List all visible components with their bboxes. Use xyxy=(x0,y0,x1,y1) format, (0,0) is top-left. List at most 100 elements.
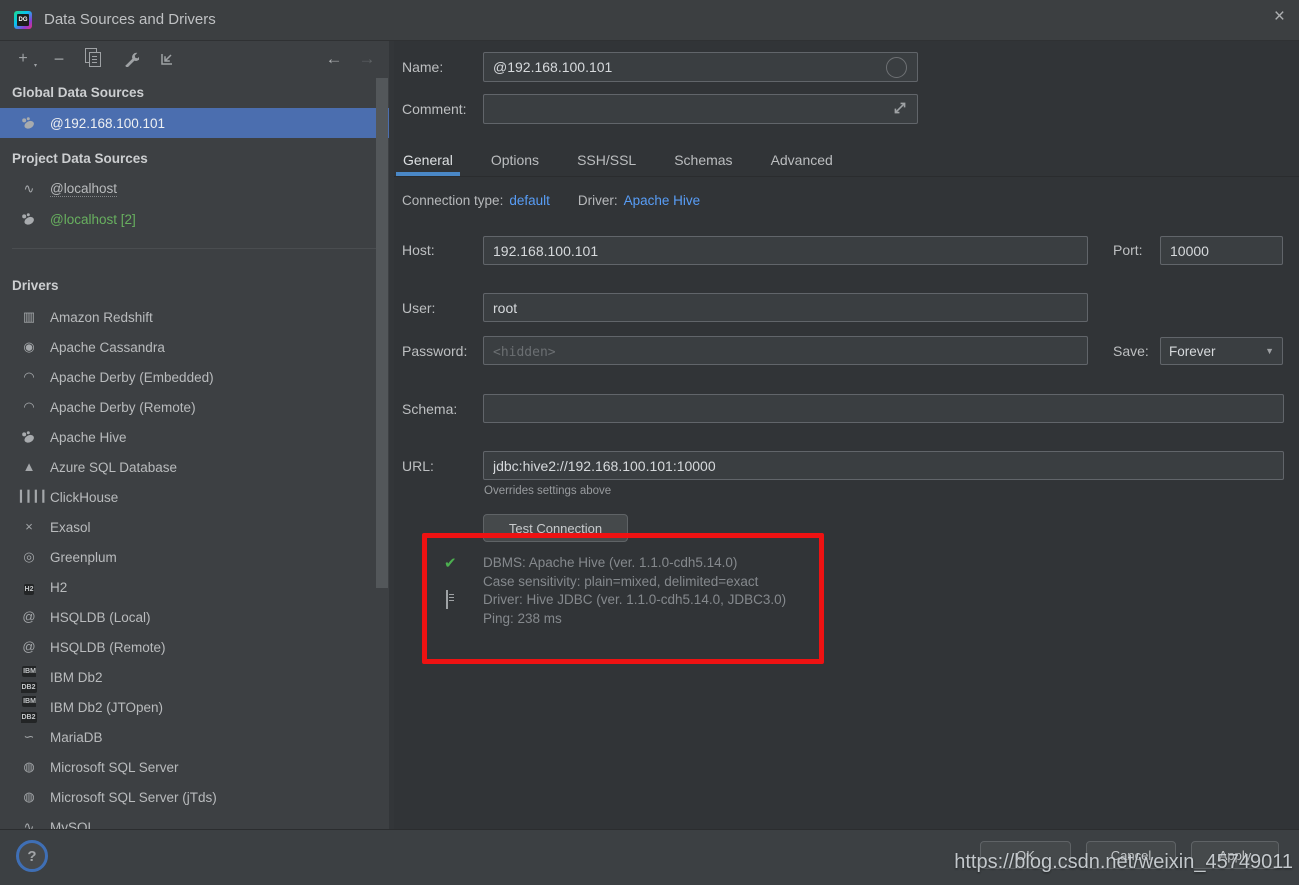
user-input[interactable] xyxy=(483,293,1088,322)
driver-item-greenplum[interactable]: ◎Greenplum xyxy=(0,542,390,572)
driver-item-hsqldb-local[interactable]: @HSQLDB (Local) xyxy=(0,602,390,632)
driver-item-microsoft-sql-server[interactable]: ◍ Microsoft SQL Server xyxy=(0,752,390,782)
panel-splitter[interactable] xyxy=(389,40,394,830)
password-input[interactable] xyxy=(483,336,1088,365)
result-line: Case sensitivity: plain=mixed, delimited… xyxy=(483,573,786,592)
forward-arrow-icon[interactable]: → xyxy=(358,50,376,68)
data-sources-sidebar: +▾ − ← → Global Data Sources@192.168.100… xyxy=(0,40,390,830)
row-label: MariaDB xyxy=(50,730,103,745)
add-data-source-icon[interactable]: +▾ xyxy=(14,50,32,68)
driver-item-microsoft-sql-server-jtds[interactable]: ◍Microsoft SQL Server (jTds) xyxy=(0,782,390,812)
data-source-item-localhost-2[interactable]: @localhost [2] xyxy=(0,204,390,234)
close-icon[interactable]: × xyxy=(1274,5,1285,29)
host-label: Host: xyxy=(402,242,435,258)
row-label: IBM Db2 (JTOpen) xyxy=(50,700,163,715)
url-note: Overrides settings above xyxy=(484,485,611,497)
driver-item-ibm-db2[interactable]: IBM DB2IBM Db2 xyxy=(0,662,390,692)
save-dropdown[interactable]: Forever ▼ xyxy=(1160,337,1283,365)
driver-item-hsqldb-remote[interactable]: @HSQLDB (Remote) xyxy=(0,632,390,662)
settings-tabs: General Options SSH/SSL Schemas Advanced xyxy=(396,147,840,176)
user-label: User: xyxy=(402,300,435,316)
row-label: ClickHouse xyxy=(50,490,118,505)
driver-item-azure-sql-database[interactable]: ▲ Azure SQL Database xyxy=(0,452,390,482)
name-label: Name: xyxy=(402,59,443,75)
tab-general[interactable]: General xyxy=(396,147,460,176)
watermark-text: https://blog.csdn.net/weixin_45749011 xyxy=(954,851,1293,874)
driver-item-apache-hive[interactable]: Apache Hive xyxy=(0,422,390,452)
result-line: Driver: Hive JDBC (ver. 1.1.0-cdh5.14.0,… xyxy=(483,591,786,610)
row-label: IBM Db2 xyxy=(50,670,103,685)
driver-item-apache-derby-embedded[interactable]: ◠Apache Derby (Embedded) xyxy=(0,362,390,392)
save-label: Save: xyxy=(1113,343,1149,359)
driver-link[interactable]: Apache Hive xyxy=(624,193,701,208)
row-label: Amazon Redshift xyxy=(50,310,153,325)
row-label: Azure SQL Database xyxy=(50,460,177,475)
copy-icon[interactable] xyxy=(446,591,448,609)
url-label: URL: xyxy=(402,458,434,474)
row-label: @localhost [2] xyxy=(50,212,136,227)
tab-advanced[interactable]: Advanced xyxy=(764,147,840,176)
back-arrow-icon[interactable]: ← xyxy=(325,50,343,68)
test-connection-button[interactable]: Test Connection xyxy=(483,514,628,542)
connection-type-link[interactable]: default xyxy=(509,193,550,208)
success-check-icon: ✔ xyxy=(444,554,457,572)
driver-item-amazon-redshift[interactable]: ▥ Amazon Redshift xyxy=(0,302,390,332)
apache-derby-icon: ◠ xyxy=(20,399,38,415)
apache-cassandra-icon: ◉ xyxy=(20,339,38,355)
duplicate-icon[interactable] xyxy=(86,50,104,68)
mssql-icon: ◍ xyxy=(20,789,38,805)
sidebar-scrollbar[interactable] xyxy=(376,78,388,588)
host-input[interactable] xyxy=(483,236,1088,265)
hsqldb-icon: @ xyxy=(20,639,38,655)
apache-hive-icon xyxy=(20,211,38,227)
expand-icon[interactable] xyxy=(892,100,908,116)
h2-icon: H2 xyxy=(20,579,38,595)
hsqldb-icon: @ xyxy=(20,609,38,625)
mssql-icon: ◍ xyxy=(20,759,38,775)
name-input[interactable] xyxy=(483,52,918,82)
driver-item-clickhouse[interactable]: ▎▎▎▎ClickHouse xyxy=(0,482,390,512)
schema-label: Schema: xyxy=(402,401,457,417)
url-input[interactable] xyxy=(483,451,1284,480)
make-global-icon[interactable] xyxy=(158,50,176,68)
driver-item-mysql[interactable]: ∿MySQL xyxy=(0,812,390,830)
ibm-db2-icon: IBM DB2 xyxy=(20,691,38,723)
chevron-down-icon: ▼ xyxy=(1265,346,1274,356)
data-sources-list: Global Data Sources@192.168.100.101Proje… xyxy=(0,84,390,830)
port-input[interactable] xyxy=(1160,236,1283,265)
section-header-drivers: Drivers xyxy=(0,277,390,295)
remove-icon[interactable]: − xyxy=(50,50,68,68)
amazon-redshift-icon: ▥ xyxy=(20,309,38,325)
loading-circle-icon xyxy=(886,57,907,78)
apache-derby-icon: ◠ xyxy=(20,369,38,385)
driver-item-apache-cassandra[interactable]: ◉Apache Cassandra xyxy=(0,332,390,362)
azure-sql-icon: ▲ xyxy=(20,459,38,475)
wrench-icon[interactable] xyxy=(122,50,140,68)
tab-options[interactable]: Options xyxy=(484,147,546,176)
data-source-item-localhost[interactable]: ∿@localhost xyxy=(0,174,390,204)
driver-item-exasol[interactable]: ×Exasol xyxy=(0,512,390,542)
row-label: Apache Hive xyxy=(50,430,127,445)
comment-label: Comment: xyxy=(402,101,467,117)
mariadb-icon: ∽ xyxy=(20,729,38,745)
driver-item-ibm-db2-jtopen[interactable]: IBM DB2 IBM Db2 (JTOpen) xyxy=(0,692,390,722)
password-label: Password: xyxy=(402,343,467,359)
help-button[interactable]: ? xyxy=(16,840,48,872)
connection-type-row: Connection type:defaultDriver:Apache Hiv… xyxy=(402,193,700,208)
data-source-item-192-168-100-101[interactable]: @192.168.100.101 xyxy=(0,108,390,138)
row-label: @localhost xyxy=(50,181,117,197)
list-divider xyxy=(12,248,378,249)
tabs-divider xyxy=(394,176,1299,177)
comment-input[interactable] xyxy=(483,94,918,124)
window-title: Data Sources and Drivers xyxy=(44,11,216,28)
row-label: Microsoft SQL Server xyxy=(50,760,179,775)
question-mark-icon: ? xyxy=(27,848,36,865)
driver-item-h2[interactable]: H2H2 xyxy=(0,572,390,602)
tab-schemas[interactable]: Schemas xyxy=(667,147,739,176)
driver-item-apache-derby-remote[interactable]: ◠Apache Derby (Remote) xyxy=(0,392,390,422)
tab-ssh-ssl[interactable]: SSH/SSL xyxy=(570,147,643,176)
driver-item-mariadb[interactable]: ∽ MariaDB xyxy=(0,722,390,752)
exasol-icon: × xyxy=(20,519,38,535)
connection-type-label: Connection type: xyxy=(402,193,503,208)
schema-input[interactable] xyxy=(483,394,1284,423)
